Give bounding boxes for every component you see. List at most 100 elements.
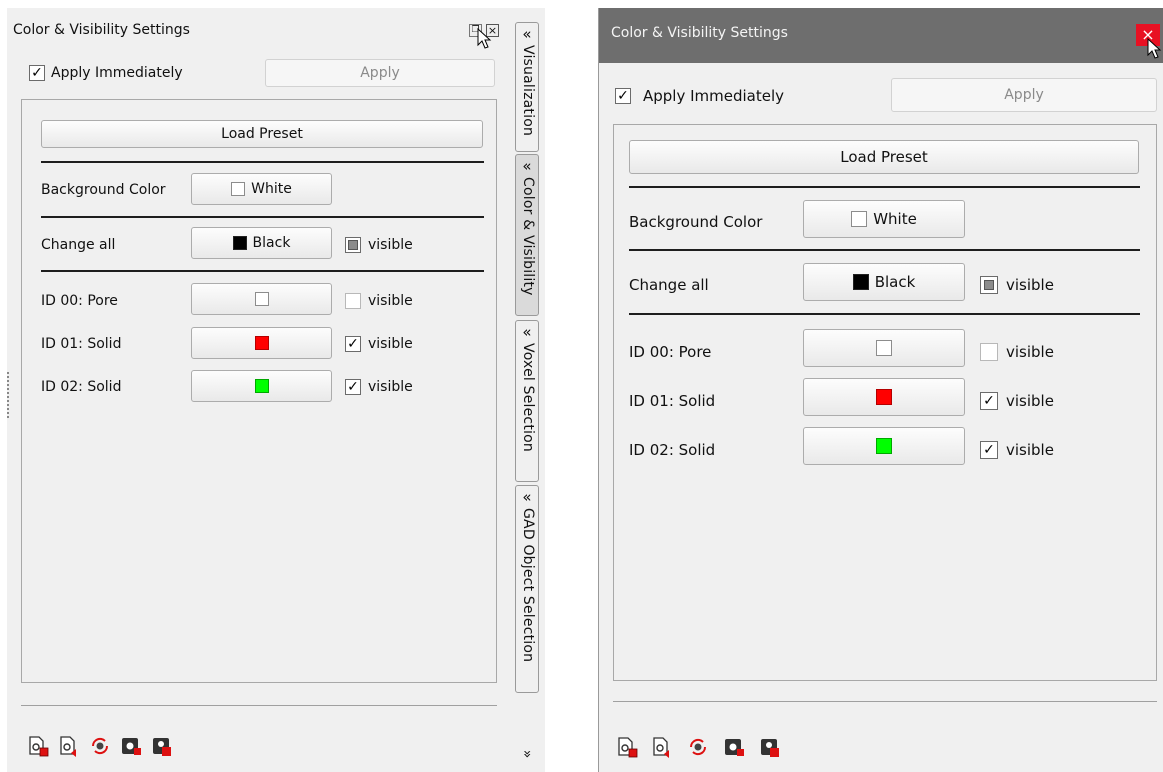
background-color-value: White xyxy=(251,181,292,197)
separator xyxy=(613,701,1157,702)
collapse-strip-button[interactable]: » xyxy=(519,742,535,766)
export-icon[interactable] xyxy=(723,736,745,758)
tab-color-visibility-label: Color & Visibility xyxy=(520,177,536,296)
id-02-visible-label: visible xyxy=(1006,441,1054,459)
id-01-label: ID 01: Solid xyxy=(629,392,716,410)
separator xyxy=(629,249,1140,251)
change-all-value: Black xyxy=(252,235,291,251)
expand-arrow-icon: « xyxy=(522,323,532,341)
export-icon[interactable] xyxy=(120,735,142,757)
id-02-visible-checkbox[interactable]: ✓ xyxy=(980,441,998,459)
id-02-label: ID 02: Solid xyxy=(41,379,122,395)
expand-arrow-icon: « xyxy=(522,488,532,506)
side-tab-strip: « Visualization « Color & Visibility « V… xyxy=(507,8,545,772)
apply-button-label: Apply xyxy=(1004,87,1044,103)
id-01-color-button[interactable] xyxy=(803,378,965,416)
id-02-visible-checkbox[interactable]: ✓ xyxy=(345,379,361,395)
tab-voxel-selection-label: Voxel Selection xyxy=(520,343,536,452)
id-02-color-button[interactable] xyxy=(803,427,965,465)
left-dock-panel: Color & Visibility Settings ❐ × ✓ Apply … xyxy=(7,8,507,772)
reset-icon[interactable] xyxy=(687,736,709,758)
white-swatch-icon xyxy=(851,211,868,227)
tab-color-visibility[interactable]: « Color & Visibility xyxy=(515,154,539,316)
load-preset-label: Load Preset xyxy=(840,148,928,166)
load-preset-button[interactable]: Load Preset xyxy=(629,140,1139,174)
reset-icon[interactable] xyxy=(89,735,111,757)
white-swatch-icon xyxy=(876,340,892,356)
black-swatch-icon xyxy=(232,236,247,250)
green-swatch-icon xyxy=(876,438,892,454)
change-all-label: Change all xyxy=(629,276,709,294)
id-00-label: ID 00: Pore xyxy=(41,293,118,309)
id-00-visible-checkbox[interactable] xyxy=(980,343,998,361)
apply-button-label: Apply xyxy=(360,65,400,81)
green-swatch-icon xyxy=(254,379,269,393)
change-all-value: Black xyxy=(874,273,916,291)
background-color-value: White xyxy=(873,210,917,228)
id-00-color-button[interactable] xyxy=(191,283,332,315)
apply-button[interactable]: Apply xyxy=(265,59,495,87)
expand-arrow-icon: « xyxy=(522,25,532,43)
separator xyxy=(629,313,1140,315)
id-00-visible-checkbox[interactable] xyxy=(345,293,361,309)
right-floating-window: Color & Visibility Settings × ✓ Apply Im… xyxy=(598,8,1163,772)
id-00-color-button[interactable] xyxy=(803,329,965,367)
apply-button[interactable]: Apply xyxy=(891,78,1157,112)
tab-gad-object-selection[interactable]: « GAD Object Selection xyxy=(515,485,539,693)
separator xyxy=(41,270,484,272)
resize-grip[interactable] xyxy=(7,372,10,418)
id-00-visible-label: visible xyxy=(1006,343,1054,361)
id-01-visible-checkbox[interactable]: ✓ xyxy=(345,336,361,352)
separator xyxy=(41,161,484,163)
id-01-label: ID 01: Solid xyxy=(41,336,122,352)
save-preset-icon[interactable] xyxy=(27,735,49,757)
change-all-color-button[interactable]: Black xyxy=(191,227,332,259)
separator xyxy=(41,216,484,218)
id-01-visible-label: visible xyxy=(368,336,413,352)
load-preset-label: Load Preset xyxy=(221,126,303,142)
background-color-button[interactable]: White xyxy=(191,173,332,205)
tab-visualization[interactable]: « Visualization xyxy=(515,22,539,152)
window-titlebar[interactable]: Color & Visibility Settings × xyxy=(599,8,1163,63)
mouse-cursor-icon xyxy=(477,28,492,49)
load-preset-icon[interactable] xyxy=(58,735,80,757)
apply-immediately-label: Apply Immediately xyxy=(643,87,785,105)
tab-visualization-label: Visualization xyxy=(520,45,536,137)
white-swatch-icon xyxy=(231,182,246,196)
save-preset-icon[interactable] xyxy=(616,736,638,758)
id-01-visible-label: visible xyxy=(1006,392,1054,410)
separator xyxy=(629,186,1140,188)
tab-gad-object-selection-label: GAD Object Selection xyxy=(520,508,536,663)
background-color-label: Background Color xyxy=(41,182,166,198)
id-02-label: ID 02: Solid xyxy=(629,441,716,459)
settings-group: Load Preset Background Color White Chang… xyxy=(613,124,1157,681)
change-all-visible-label: visible xyxy=(368,237,413,253)
id-00-label: ID 00: Pore xyxy=(629,343,712,361)
red-swatch-icon xyxy=(876,389,892,405)
expand-arrow-icon: « xyxy=(522,157,532,175)
id-01-color-button[interactable] xyxy=(191,327,332,359)
background-color-button[interactable]: White xyxy=(803,200,965,238)
import-icon[interactable] xyxy=(759,736,781,758)
id-02-color-button[interactable] xyxy=(191,370,332,402)
change-all-visible-label: visible xyxy=(1006,276,1054,294)
load-preset-button[interactable]: Load Preset xyxy=(41,120,483,148)
change-all-label: Change all xyxy=(41,237,116,253)
id-01-visible-checkbox[interactable]: ✓ xyxy=(980,392,998,410)
import-icon[interactable] xyxy=(151,735,173,757)
tab-voxel-selection[interactable]: « Voxel Selection xyxy=(515,320,539,482)
separator xyxy=(21,705,497,706)
change-all-visible-checkbox[interactable] xyxy=(345,237,361,253)
id-02-visible-label: visible xyxy=(368,379,413,395)
change-all-color-button[interactable]: Black xyxy=(803,263,965,301)
panel-title: Color & Visibility Settings xyxy=(13,22,190,38)
settings-group: Load Preset Background Color White Chang… xyxy=(21,99,497,683)
background-color-label: Background Color xyxy=(629,213,763,231)
red-swatch-icon xyxy=(254,336,269,350)
black-swatch-icon xyxy=(852,274,869,290)
load-preset-icon[interactable] xyxy=(651,736,673,758)
white-swatch-icon xyxy=(254,292,269,306)
change-all-visible-checkbox[interactable] xyxy=(980,276,998,294)
apply-immediately-checkbox[interactable]: ✓ xyxy=(29,65,45,81)
apply-immediately-checkbox[interactable]: ✓ xyxy=(615,88,631,104)
